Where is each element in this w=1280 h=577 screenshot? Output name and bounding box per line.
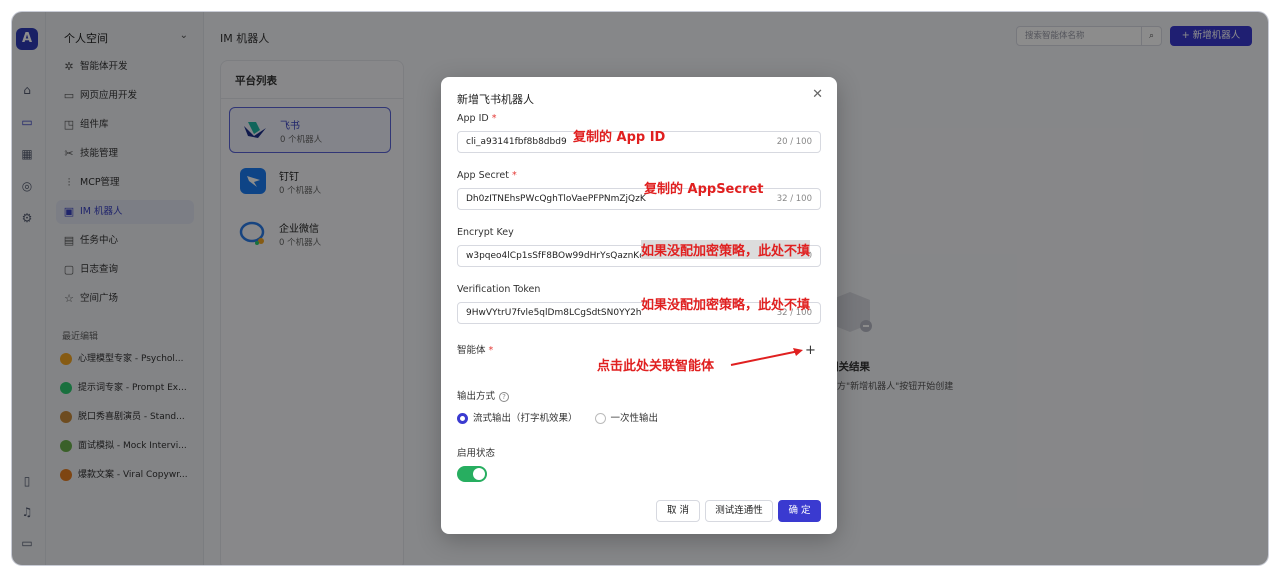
close-icon[interactable]: ✕ <box>812 87 823 102</box>
annotation-app-id: 复制的 App ID <box>573 130 666 145</box>
app-id-value: cli_a93141fbf8b8dbd9 <box>466 137 567 147</box>
annotation-verification-token: 如果没配加密策略，此处不填 <box>641 298 811 313</box>
verification-token-value: 9HwVYtrU7fvle5qlDm8LCgSdtSN0YY2h <box>466 308 642 318</box>
char-count: 20 / 100 <box>776 137 812 147</box>
radio-one-shot[interactable]: 一次性输出 <box>594 410 658 424</box>
annotation-encrypt-key: 如果没配加密策略，此处不填 <box>641 240 811 259</box>
annotation-app-secret: 复制的 AppSecret <box>644 182 764 197</box>
char-count: 32 / 100 <box>776 194 812 204</box>
add-feishu-bot-dialog: 新增飞书机器人 ✕ App ID * cli_a93141fbf8b8dbd9 2… <box>441 77 837 534</box>
app-secret-value: Dh0zITNEhsPWcQghTloVaePFPNmZjQzK <box>466 194 646 204</box>
app-secret-input[interactable]: Dh0zITNEhsPWcQghTloVaePFPNmZjQzK 32 / 10… <box>457 188 821 210</box>
status-label: 启用状态 <box>457 448 496 459</box>
cancel-button[interactable]: 取 消 <box>656 500 700 522</box>
help-icon[interactable]: ? <box>499 391 510 402</box>
annotation-agent: 点击此处关联智能体 <box>597 359 715 374</box>
enable-toggle[interactable] <box>457 466 487 482</box>
app-id-label: App ID * <box>457 113 497 124</box>
confirm-button[interactable]: 确 定 <box>778 500 821 522</box>
encrypt-key-label: Encrypt Key <box>457 227 514 238</box>
dialog-title: 新增飞书机器人 <box>457 93 534 106</box>
annotation-arrow <box>730 348 803 366</box>
output-mode-label: 输出方式? <box>457 388 510 402</box>
radio-button[interactable] <box>594 413 606 424</box>
agent-label: 智能体 * <box>457 345 494 356</box>
radio-streaming[interactable]: 流式输出（打字机效果） <box>457 410 578 424</box>
encrypt-key-value: w3pqeo4lCp1sSfF8BOw99dHrYsQaznKd <box>466 251 645 261</box>
output-mode-radio-group: 流式输出（打字机效果） 一次性输出 <box>457 410 672 424</box>
test-connection-button[interactable]: 测试连通性 <box>705 500 773 522</box>
toggle-knob <box>473 468 485 480</box>
app-secret-label: App Secret * <box>457 170 517 181</box>
verification-token-label: Verification Token <box>457 284 541 295</box>
radio-button[interactable] <box>457 413 468 424</box>
